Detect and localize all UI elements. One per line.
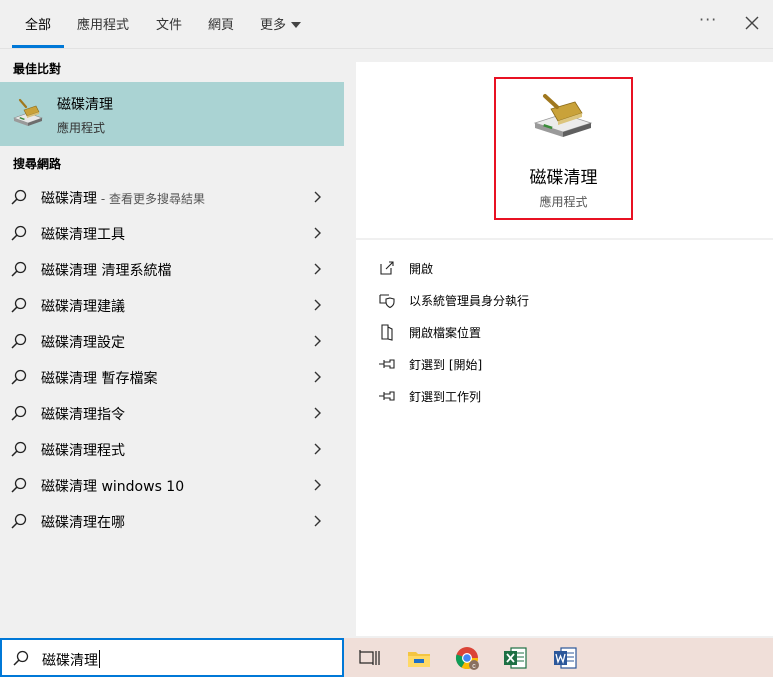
search-input[interactable]: 磁碟清理 [0,638,344,677]
close-icon[interactable] [742,13,762,33]
action-label: 開啟檔案位置 [409,326,482,340]
chevron-right-icon[interactable] [313,263,323,275]
search-icon [11,297,27,313]
web-result-text: 磁碟清理 [41,191,97,207]
web-result-item[interactable]: 磁碟清理指令 [0,395,344,431]
pin-icon [379,359,395,369]
detail-app-name: 磁碟清理 [529,168,598,188]
web-result-label: 磁碟清理建議 [41,296,125,316]
svg-text:c: c [472,663,476,670]
action-pin-to-taskbar[interactable]: 釘選到工作列 [378,384,758,408]
web-result-item[interactable]: 磁碟清理 暫存檔案 [0,359,344,395]
search-icon [11,189,27,205]
web-result-item[interactable]: 磁碟清理 windows 10 [0,467,344,503]
chevron-right-icon[interactable] [313,443,323,455]
tab-all[interactable]: 全部 [25,14,51,33]
search-query: 磁碟清理 [42,653,98,669]
web-result-text: 磁碟清理設定 [41,335,125,351]
chevron-right-icon[interactable] [313,299,323,311]
chevron-right-icon[interactable] [313,335,323,347]
search-icon [11,477,27,493]
detail-app-type: 應用程式 [539,195,588,209]
search-icon [11,225,27,241]
best-match-heading: 最佳比對 [13,62,62,76]
text-cursor [99,650,100,668]
more-options-icon[interactable]: ··· [699,10,717,29]
action-pin-to-start[interactable]: 釘選到 [開始] [378,352,758,376]
web-result-item[interactable]: 磁碟清理建議 [0,287,344,323]
chevron-right-icon[interactable] [313,371,323,383]
web-result-label: 磁碟清理程式 [41,440,125,460]
chevron-down-icon [291,21,302,28]
web-result-item[interactable]: 磁碟清理工具 [0,215,344,251]
chevron-right-icon[interactable] [313,191,323,203]
file-location-icon [381,324,393,341]
chrome-icon[interactable]: c [454,645,480,671]
web-result-text: 磁碟清理在哪 [41,515,125,531]
web-result-suffix: - 查看更多搜尋結果 [97,192,205,206]
file-explorer-icon[interactable] [406,645,432,671]
search-icon [11,261,27,277]
action-label: 釘選到工作列 [409,390,482,404]
action-label: 以系統管理員身分執行 [409,294,530,308]
web-result-text: 磁碟清理 windows 10 [41,479,185,495]
web-result-item[interactable]: 磁碟清理程式 [0,431,344,467]
web-result-label: 磁碟清理工具 [41,224,125,244]
pin-icon [379,391,395,401]
search-filter-bar: 全部 應用程式 文件 網頁 更多 ··· [0,0,773,49]
action-label: 釘選到 [開始] [409,358,483,372]
tab-apps[interactable]: 應用程式 [77,14,129,33]
action-open[interactable]: 開啟 [378,256,758,280]
best-match-name: 磁碟清理 [57,97,113,113]
chevron-right-icon[interactable] [313,479,323,491]
tab-documents[interactable]: 文件 [156,14,182,33]
web-result-label: 磁碟清理 windows 10 [41,476,184,496]
open-icon [380,261,394,275]
chevron-right-icon[interactable] [313,515,323,527]
action-label: 開啟 [409,262,434,276]
web-result-item[interactable]: 磁碟清理 清理系統檔 [0,251,344,287]
web-result-label: 磁碟清理在哪 [41,512,125,532]
chevron-right-icon[interactable] [313,227,323,239]
search-icon [11,513,27,529]
web-result-text: 磁碟清理指令 [41,407,125,423]
web-result-text: 磁碟清理工具 [41,227,125,243]
search-icon [11,369,27,385]
task-view-icon[interactable] [356,645,382,671]
web-result-text: 磁碟清理 清理系統檔 [41,263,172,279]
tab-more[interactable]: 更多 [260,14,302,33]
web-result-item[interactable]: 磁碟清理 - 查看更多搜尋結果 [0,179,344,215]
taskbar: c [344,638,773,677]
web-result-label: 磁碟清理設定 [41,332,125,352]
web-result-label: 磁碟清理 - 查看更多搜尋結果 [41,188,205,208]
tab-more-label: 更多 [260,18,287,33]
web-result-text: 磁碟清理 暫存檔案 [41,371,158,387]
disk-cleanup-icon [13,98,43,126]
action-run-as-admin[interactable]: 以系統管理員身分執行 [378,288,758,312]
web-result-item[interactable]: 磁碟清理在哪 [0,503,344,539]
search-icon [11,333,27,349]
search-icon [11,441,27,457]
action-open-file-location[interactable]: 開啟檔案位置 [378,320,758,344]
web-result-label: 磁碟清理 清理系統檔 [41,260,171,280]
best-match-type: 應用程式 [57,121,106,135]
search-web-heading: 搜尋網路 [13,157,62,171]
web-result-item[interactable]: 磁碟清理設定 [0,323,344,359]
shield-admin-icon [379,294,395,309]
disk-cleanup-icon [533,94,593,137]
search-icon [13,650,29,666]
word-icon[interactable] [552,645,578,671]
excel-icon[interactable] [502,645,528,671]
best-match-item[interactable]: 磁碟清理 應用程式 [0,82,344,146]
web-result-label: 磁碟清理 暫存檔案 [41,368,157,388]
web-result-text: 磁碟清理建議 [41,299,125,315]
chevron-right-icon[interactable] [313,407,323,419]
tab-web[interactable]: 網頁 [208,14,234,33]
search-icon [11,405,27,421]
active-tab-indicator [12,45,64,48]
web-result-label: 磁碟清理指令 [41,404,125,424]
web-result-text: 磁碟清理程式 [41,443,125,459]
